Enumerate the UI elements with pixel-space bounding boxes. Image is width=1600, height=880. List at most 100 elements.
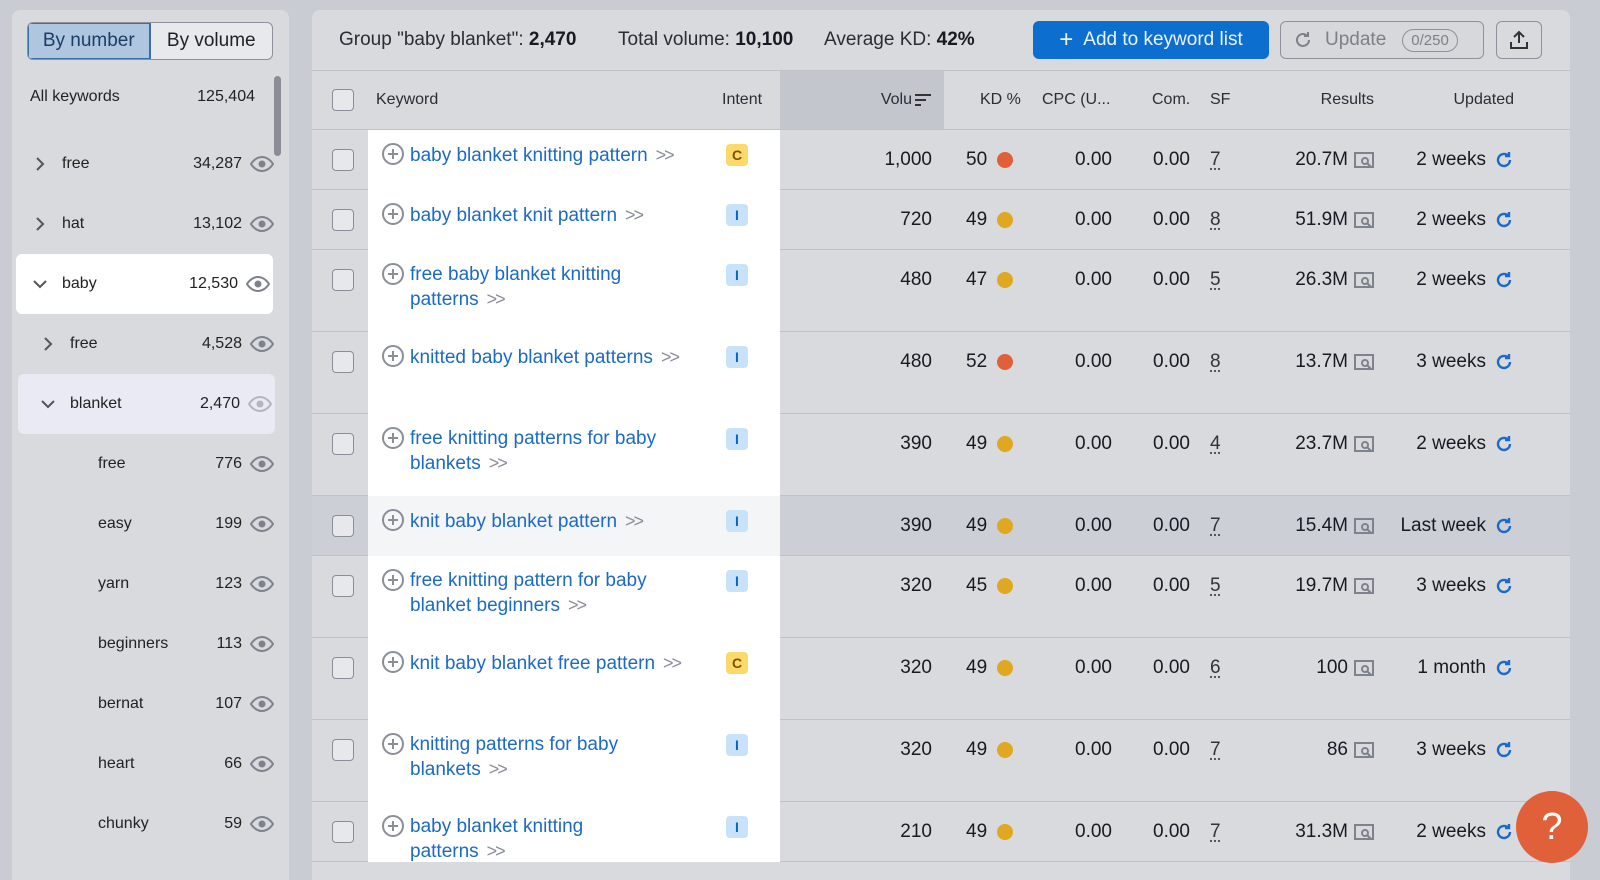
add-keyword-icon[interactable] — [382, 509, 404, 531]
refresh-icon[interactable] — [1494, 576, 1514, 596]
keyword-details-icon[interactable]: >> — [568, 595, 587, 615]
eye-icon[interactable] — [249, 575, 275, 593]
add-keyword-icon[interactable] — [382, 733, 404, 755]
keyword-link[interactable]: free baby blanket knitting patterns >> — [410, 263, 682, 312]
row-checkbox[interactable] — [332, 821, 354, 843]
keyword-details-icon[interactable]: >> — [487, 289, 506, 309]
refresh-icon[interactable] — [1494, 516, 1514, 536]
row-checkbox[interactable] — [332, 575, 354, 597]
serp-view-icon[interactable] — [1354, 660, 1374, 676]
volume-column-header[interactable]: Volu — [780, 71, 944, 129]
row-checkbox[interactable] — [332, 515, 354, 537]
add-keyword-icon[interactable] — [382, 203, 404, 225]
serp-view-icon[interactable] — [1354, 272, 1374, 288]
add-keyword-icon[interactable] — [382, 263, 404, 285]
eye-icon[interactable] — [249, 815, 275, 833]
serp-features-link[interactable]: 5 — [1210, 575, 1221, 597]
keyword-link[interactable]: free knitting pattern for baby blanket b… — [410, 569, 682, 618]
sidebar-group-item[interactable]: chunky 59 — [12, 794, 277, 854]
sidebar-group-item[interactable]: blanket 2,470 — [18, 374, 275, 434]
refresh-icon[interactable] — [1494, 434, 1514, 454]
add-keyword-icon[interactable] — [382, 651, 404, 673]
keyword-link[interactable]: knit baby blanket free pattern >> — [410, 651, 682, 676]
add-keyword-icon[interactable] — [382, 345, 404, 367]
table-row[interactable]: knitting patterns for baby blankets >> I 32… — [312, 720, 1570, 802]
help-button[interactable]: ? — [1516, 791, 1588, 863]
row-checkbox[interactable] — [332, 739, 354, 761]
keyword-details-icon[interactable]: >> — [661, 347, 680, 367]
refresh-icon[interactable] — [1494, 658, 1514, 678]
all-keywords-row[interactable]: All keywords 125,404 — [12, 70, 277, 124]
add-to-keyword-list-button[interactable]: + Add to keyword list — [1033, 21, 1269, 59]
eye-icon[interactable] — [249, 695, 275, 713]
eye-icon[interactable] — [249, 635, 275, 653]
keyword-link[interactable]: knitted baby blanket patterns >> — [410, 345, 680, 370]
refresh-icon[interactable] — [1494, 352, 1514, 372]
table-row[interactable]: free knitting patterns for baby blankets… — [312, 414, 1570, 496]
serp-features-link[interactable]: 7 — [1210, 515, 1221, 537]
by-volume-button[interactable]: By volume — [151, 23, 273, 59]
update-button[interactable]: Update 0/250 — [1280, 21, 1484, 59]
cpc-column-header[interactable]: CPC (U... — [1042, 71, 1110, 129]
row-checkbox[interactable] — [332, 209, 354, 231]
keyword-details-icon[interactable]: >> — [487, 841, 506, 861]
serp-features-link[interactable]: 7 — [1210, 739, 1221, 761]
chevron-right-icon[interactable] — [38, 334, 58, 354]
serp-view-icon[interactable] — [1354, 742, 1374, 758]
serp-features-link[interactable]: 7 — [1210, 149, 1221, 171]
refresh-icon[interactable] — [1494, 740, 1514, 760]
keyword-link[interactable]: free knitting patterns for baby blankets… — [410, 427, 682, 476]
eye-icon[interactable] — [249, 155, 275, 173]
refresh-icon[interactable] — [1494, 210, 1514, 230]
serp-view-icon[interactable] — [1354, 152, 1374, 168]
keyword-details-icon[interactable]: >> — [625, 511, 644, 531]
kd-column-header[interactable]: KD % — [980, 71, 1021, 129]
eye-icon[interactable] — [249, 215, 275, 233]
chevron-right-icon[interactable] — [30, 154, 50, 174]
table-row[interactable]: knit baby blanket pattern >> I 390 49 0.00 0.0… — [312, 496, 1570, 556]
add-keyword-icon[interactable] — [382, 569, 404, 591]
keyword-link[interactable]: knitting patterns for baby blankets >> — [410, 733, 682, 782]
chevron-right-icon[interactable] — [30, 214, 50, 234]
serp-features-link[interactable]: 5 — [1210, 269, 1221, 291]
serp-view-icon[interactable] — [1354, 578, 1374, 594]
add-keyword-icon[interactable] — [382, 815, 404, 837]
row-checkbox[interactable] — [332, 433, 354, 455]
table-row[interactable]: knitted baby blanket patterns >> I 480 52 0.0… — [312, 332, 1570, 414]
keyword-link[interactable]: baby blanket knitting patterns >> — [410, 815, 682, 864]
select-all-checkbox[interactable] — [332, 89, 354, 111]
sidebar-group-item[interactable]: free 4,528 — [12, 314, 277, 374]
serp-view-icon[interactable] — [1354, 436, 1374, 452]
row-checkbox[interactable] — [332, 269, 354, 291]
eye-icon[interactable] — [249, 335, 275, 353]
refresh-icon[interactable] — [1494, 150, 1514, 170]
sidebar-group-item[interactable]: free 776 — [12, 434, 277, 494]
sidebar-group-item[interactable]: bernat 107 — [12, 674, 277, 734]
competition-column-header[interactable]: Com. — [1152, 71, 1190, 129]
serp-features-column-header[interactable]: SF — [1210, 71, 1230, 129]
chevron-down-icon[interactable] — [30, 274, 50, 294]
keyword-link[interactable]: baby blanket knitting pattern >> — [410, 143, 675, 168]
serp-features-link[interactable]: 8 — [1210, 209, 1221, 231]
table-row[interactable]: baby blanket knitting pattern >> C 1,000 50 0… — [312, 130, 1570, 190]
eye-icon[interactable] — [249, 515, 275, 533]
serp-features-link[interactable]: 7 — [1210, 821, 1221, 843]
refresh-icon[interactable] — [1494, 822, 1514, 842]
intent-column-header[interactable]: Intent — [722, 71, 762, 129]
add-keyword-icon[interactable] — [382, 143, 404, 165]
serp-view-icon[interactable] — [1354, 354, 1374, 370]
table-row[interactable]: free knitting pattern for baby blanket b… — [312, 556, 1570, 638]
keyword-details-icon[interactable]: >> — [663, 653, 682, 673]
keyword-link[interactable]: baby blanket knit pattern >> — [410, 203, 644, 228]
eye-icon[interactable] — [249, 455, 275, 473]
add-keyword-icon[interactable] — [382, 427, 404, 449]
row-checkbox[interactable] — [332, 149, 354, 171]
keyword-details-icon[interactable]: >> — [489, 759, 508, 779]
serp-view-icon[interactable] — [1354, 212, 1374, 228]
sidebar-group-item[interactable]: baby 12,530 — [16, 254, 273, 314]
table-row[interactable]: baby blanket knit pattern >> I 720 49 0.00 0.0… — [312, 190, 1570, 250]
table-row[interactable]: baby blanket knitting patterns >> I 210 49 0.… — [312, 802, 1570, 862]
keyword-details-icon[interactable]: >> — [625, 205, 644, 225]
sidebar-group-item[interactable]: free 34,287 — [12, 134, 277, 194]
eye-icon[interactable] — [247, 395, 273, 413]
